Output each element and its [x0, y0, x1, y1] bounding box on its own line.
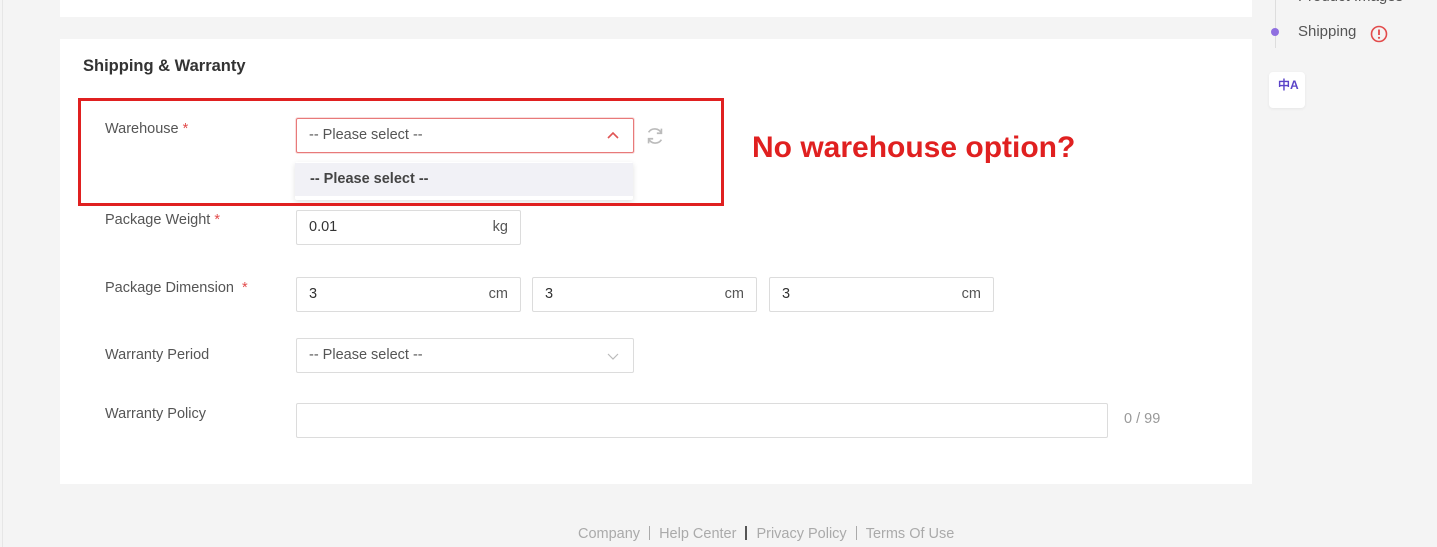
character-counter: 0 / 99 [1124, 411, 1161, 427]
translate-button[interactable]: 中A [1269, 72, 1305, 108]
footer: Company Help Center Privacy Policy Terms Of… [578, 526, 954, 542]
package-weight-value: 0.01 [309, 219, 338, 235]
unit-label: cm [961, 286, 981, 302]
package-dimension-label: Package Dimension * [105, 280, 248, 296]
warranty-period-label: Warranty Period [105, 347, 210, 363]
footer-link-help-center[interactable]: Help Center [659, 526, 736, 542]
unit-label: cm [488, 286, 508, 302]
footer-link-terms-of-use[interactable]: Terms Of Use [866, 526, 955, 542]
package-width-input[interactable]: 3 cm [532, 277, 757, 312]
divider [855, 526, 857, 540]
warranty-period-value: -- Please select -- [309, 347, 423, 363]
package-height-input[interactable]: 3 cm [769, 277, 994, 312]
package-length-input[interactable]: 3 cm [296, 277, 521, 312]
package-weight-label: Package Weight * [105, 212, 220, 228]
side-nav-item-shipping[interactable]: Shipping [1298, 23, 1356, 40]
annotation-highlight-box [78, 98, 724, 206]
unit-label: kg [492, 219, 508, 235]
package-weight-input[interactable]: 0.01 kg [296, 210, 521, 245]
height-value: 3 [782, 286, 791, 302]
side-nav-line [1275, 0, 1276, 48]
divider [745, 526, 748, 540]
side-nav-dot [1271, 28, 1279, 36]
section-title: Shipping & Warranty [83, 57, 246, 75]
footer-link-privacy-policy[interactable]: Privacy Policy [756, 526, 846, 542]
divider [649, 526, 651, 540]
required-mark: * [241, 280, 248, 296]
annotation-text: No warehouse option? [752, 131, 1076, 164]
width-value: 3 [545, 286, 554, 302]
package-weight-label-text: Package Weight [105, 212, 211, 228]
warranty-policy-label: Warranty Policy [105, 406, 206, 422]
chevron-down-icon [607, 353, 619, 360]
warning-icon [1370, 25, 1388, 43]
warranty-period-select[interactable]: -- Please select -- [296, 338, 634, 373]
warranty-policy-input[interactable] [296, 403, 1108, 438]
translate-icon: 中A [1278, 78, 1299, 92]
page-edge [2, 0, 3, 547]
length-value: 3 [309, 286, 318, 302]
previous-card [60, 0, 1252, 17]
required-mark: * [214, 212, 220, 228]
footer-link-company[interactable]: Company [578, 526, 640, 542]
unit-label: cm [724, 286, 744, 302]
side-nav-item-product-images[interactable]: Product Images [1298, 0, 1403, 5]
package-dimension-label-text: Package Dimension [105, 280, 234, 296]
